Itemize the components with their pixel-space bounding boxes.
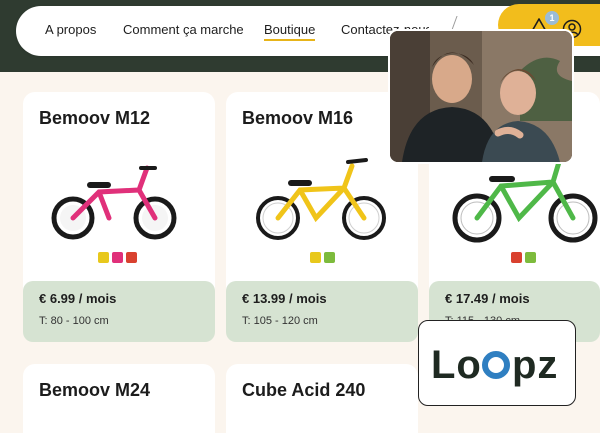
product-name: Cube Acid 240 [242, 380, 366, 400]
notification-badge: 1 [545, 11, 559, 25]
color-swatch-green[interactable] [525, 252, 536, 263]
product-card[interactable]: Cube Acid 240 [226, 364, 418, 433]
color-swatch-pink[interactable] [112, 252, 123, 263]
color-swatch-yellow[interactable] [98, 252, 109, 263]
svg-text:Lo: Lo [431, 343, 482, 387]
nav-link-shop[interactable]: Boutique [264, 22, 316, 41]
product-price: € 13.99 / mois [242, 291, 327, 306]
product-price: € 17.49 / mois [445, 291, 530, 306]
color-swatches [310, 252, 335, 263]
bike-image [452, 159, 598, 243]
product-name: Bemoov M12 [39, 108, 151, 128]
brand-logo: Lo pz [418, 320, 576, 406]
product-size-range: T: 80 - 100 cm [39, 315, 109, 327]
color-swatch-red[interactable] [126, 252, 137, 263]
nav-link-how-it-works[interactable]: Comment ça marche [123, 22, 244, 37]
bike-image [256, 158, 386, 240]
product-size-range: T: 105 - 120 cm [242, 315, 318, 327]
color-swatch-red[interactable] [511, 252, 522, 263]
price-box: € 6.99 / mois T: 80 - 100 cm [23, 281, 215, 342]
video-overlay[interactable] [388, 29, 574, 164]
product-name: Bemoov M24 [39, 380, 151, 400]
product-name: Bemoov M16 [242, 108, 354, 128]
product-card[interactable]: Bemoov M24 [23, 364, 215, 433]
product-card[interactable]: Bemoov M12 € 6.99 / mois T: 80 - 100 cm [23, 92, 215, 342]
color-swatches [511, 252, 536, 263]
bike-image [51, 165, 177, 240]
color-swatch-green[interactable] [324, 252, 335, 263]
price-box: € 13.99 / mois T: 105 - 120 cm [226, 281, 418, 342]
product-price: € 6.99 / mois [39, 291, 117, 306]
loopz-logo: Lo pz [431, 343, 558, 387]
video-frame-image [390, 31, 572, 162]
svg-text:pz: pz [512, 343, 558, 387]
nav-link-about[interactable]: A propos [45, 22, 96, 37]
color-swatch-yellow[interactable] [310, 252, 321, 263]
color-swatches [98, 252, 137, 263]
